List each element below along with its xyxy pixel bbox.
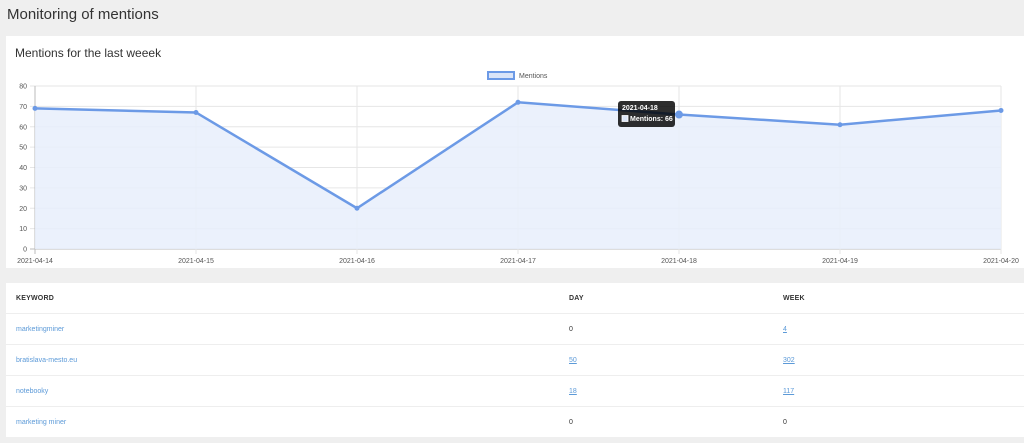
y-tick-label: 70 — [19, 104, 27, 111]
y-tick-label: 30 — [19, 185, 27, 192]
y-tick-label: 50 — [19, 145, 27, 152]
y-tick-label: 0 — [23, 247, 27, 254]
legend-swatch — [487, 71, 515, 80]
data-point — [515, 99, 521, 105]
x-tick-label: 2021-04-14 — [17, 258, 53, 265]
x-tick-label: 2021-04-16 — [339, 258, 375, 265]
chart-card: Mentions for the last weeek 0 10 20 30 40 50 6… — [6, 36, 1024, 268]
week-count-link[interactable]: 4 — [783, 326, 787, 333]
tooltip-label: Mentions: 66 — [630, 116, 673, 123]
tooltip-swatch — [621, 115, 629, 122]
day-count: 0 — [569, 325, 573, 333]
chart-legend: Mentions — [487, 71, 548, 80]
mentions-line-chart: 0 10 20 30 40 50 60 70 80 2021-04-14 2021-04-15 202… — [17, 71, 1019, 265]
day-count: 0 — [569, 418, 573, 426]
data-point — [193, 109, 199, 115]
data-point — [998, 107, 1004, 113]
keyword-link[interactable]: marketingminer — [6, 314, 569, 345]
keywords-table: KEYWORD DAY WEEK marketingminer 0 4 brat… — [6, 283, 1024, 437]
table-row: marketingminer 0 4 — [6, 313, 1024, 345]
x-tick-label: 2021-04-15 — [178, 258, 214, 265]
data-point — [32, 105, 38, 111]
table-header-row: KEYWORD DAY WEEK — [6, 283, 1024, 314]
header-day: DAY — [569, 294, 584, 302]
x-tick-label: 2021-04-18 — [661, 258, 697, 265]
table-row: marketing miner 0 0 — [6, 406, 1024, 438]
y-tick-label: 10 — [19, 226, 27, 233]
y-tick-label: 60 — [19, 124, 27, 131]
y-tick-label: 80 — [19, 84, 27, 91]
data-point — [675, 110, 683, 119]
y-tick-label: 20 — [19, 206, 27, 213]
day-count-link[interactable]: 18 — [569, 388, 577, 395]
x-tick-label: 2021-04-19 — [822, 258, 858, 265]
data-point — [354, 205, 360, 211]
week-count-link[interactable]: 117 — [783, 388, 794, 395]
legend-label: Mentions — [519, 73, 548, 80]
header-week: WEEK — [783, 294, 805, 302]
day-count-link[interactable]: 50 — [569, 357, 577, 364]
keyword-link[interactable]: notebooky — [6, 376, 569, 407]
data-point — [837, 122, 843, 128]
keyword-link[interactable]: marketing miner — [6, 407, 569, 438]
week-count: 0 — [783, 418, 787, 426]
keywords-table-card: KEYWORD DAY WEEK marketingminer 0 4 brat… — [6, 283, 1024, 437]
x-tick-label: 2021-04-17 — [500, 258, 536, 265]
header-keyword: KEYWORD — [16, 294, 54, 302]
y-tick-label: 40 — [19, 165, 27, 172]
tooltip-title: 2021-04-18 — [622, 105, 658, 112]
week-count-link[interactable]: 302 — [783, 357, 795, 364]
keyword-link[interactable]: bratislava-mesto.eu — [6, 345, 569, 376]
chart-tooltip: 2021-04-18 Mentions: 66 — [618, 101, 675, 127]
x-tick-label: 2021-04-20 — [983, 258, 1019, 265]
table-row: bratislava-mesto.eu 50 302 — [6, 344, 1024, 376]
page-title: Monitoring of mentions — [7, 6, 159, 23]
table-row: notebooky 18 117 — [6, 375, 1024, 407]
